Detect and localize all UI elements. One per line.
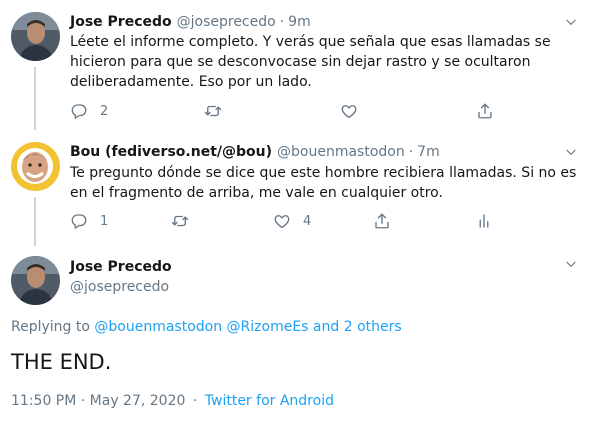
display-name[interactable]: Jose Precedo: [70, 12, 172, 32]
separator: ·: [192, 393, 198, 409]
chevron-down-icon[interactable]: [564, 15, 578, 29]
user-handle[interactable]: @bouenmastodon: [277, 142, 405, 162]
avatar[interactable]: [11, 12, 60, 61]
analytics-icon: [475, 212, 493, 230]
avatar[interactable]: [11, 256, 60, 305]
tweet-2[interactable]: Bou (fediverso.net/@bou) @bouenmastodon …: [0, 142, 591, 246]
replying-users-link[interactable]: @bouenmastodon @RizomeEs: [94, 319, 308, 335]
replying-others-link[interactable]: and 2 others: [313, 319, 402, 335]
display-name[interactable]: Jose Precedo: [70, 257, 172, 277]
tweet-1[interactable]: Jose Precedo @joseprecedo · 9m Léete el …: [0, 12, 591, 130]
separator: ·: [408, 144, 414, 160]
main-tweet: Jose Precedo @joseprecedo: [0, 256, 591, 312]
display-name[interactable]: Bou (fediverso.net/@bou): [70, 142, 272, 162]
main-tweet-text: THE END.: [11, 350, 112, 374]
thread-line: [34, 67, 36, 130]
replying-to: Replying to @bouenmastodon @RizomeEs and…: [11, 317, 402, 337]
like-count: 4: [303, 213, 312, 229]
share-button[interactable]: [373, 212, 391, 230]
like-icon: [273, 212, 291, 230]
reply-button[interactable]: 2: [70, 102, 108, 120]
reply-button[interactable]: 1: [70, 212, 108, 230]
replying-prefix: Replying to: [11, 319, 90, 335]
tweet-meta: 11:50 PM · May 27, 2020 · Twitter for An…: [11, 391, 334, 411]
timestamp[interactable]: 9m: [288, 12, 311, 32]
client-link[interactable]: Twitter for Android: [205, 393, 334, 409]
reply-icon: [70, 212, 88, 230]
user-handle[interactable]: @joseprecedo: [177, 12, 276, 32]
analytics-button[interactable]: [475, 212, 493, 230]
user-handle[interactable]: @joseprecedo: [70, 277, 172, 297]
avatar[interactable]: [11, 142, 60, 191]
reply-count: 1: [100, 213, 109, 229]
retweet-icon: [204, 102, 222, 120]
like-icon: [340, 102, 358, 120]
separator: ·: [279, 14, 285, 30]
chevron-down-icon[interactable]: [564, 145, 578, 159]
tweet-text: Léete el informe completo. Y verás que s…: [70, 34, 551, 90]
tweet-header: Bou (fediverso.net/@bou) @bouenmastodon …: [70, 142, 440, 162]
retweet-button[interactable]: [171, 212, 189, 230]
share-button[interactable]: [476, 102, 494, 120]
share-icon: [476, 102, 494, 120]
tweet-text: Te pregunto dónde se dice que este hombr…: [70, 165, 577, 201]
retweet-button[interactable]: [204, 102, 222, 120]
reply-count: 2: [100, 103, 109, 119]
share-icon: [373, 212, 391, 230]
tweet-timestamp[interactable]: 11:50 PM · May 27, 2020: [11, 393, 185, 409]
retweet-icon: [171, 212, 189, 230]
chevron-down-icon[interactable]: [564, 257, 578, 271]
like-button[interactable]: [340, 102, 358, 120]
tweet-header: Jose Precedo @joseprecedo · 9m: [70, 12, 311, 32]
thread-line: [34, 197, 36, 246]
reply-icon: [70, 102, 88, 120]
like-button[interactable]: 4: [273, 212, 311, 230]
timestamp[interactable]: 7m: [417, 142, 440, 162]
